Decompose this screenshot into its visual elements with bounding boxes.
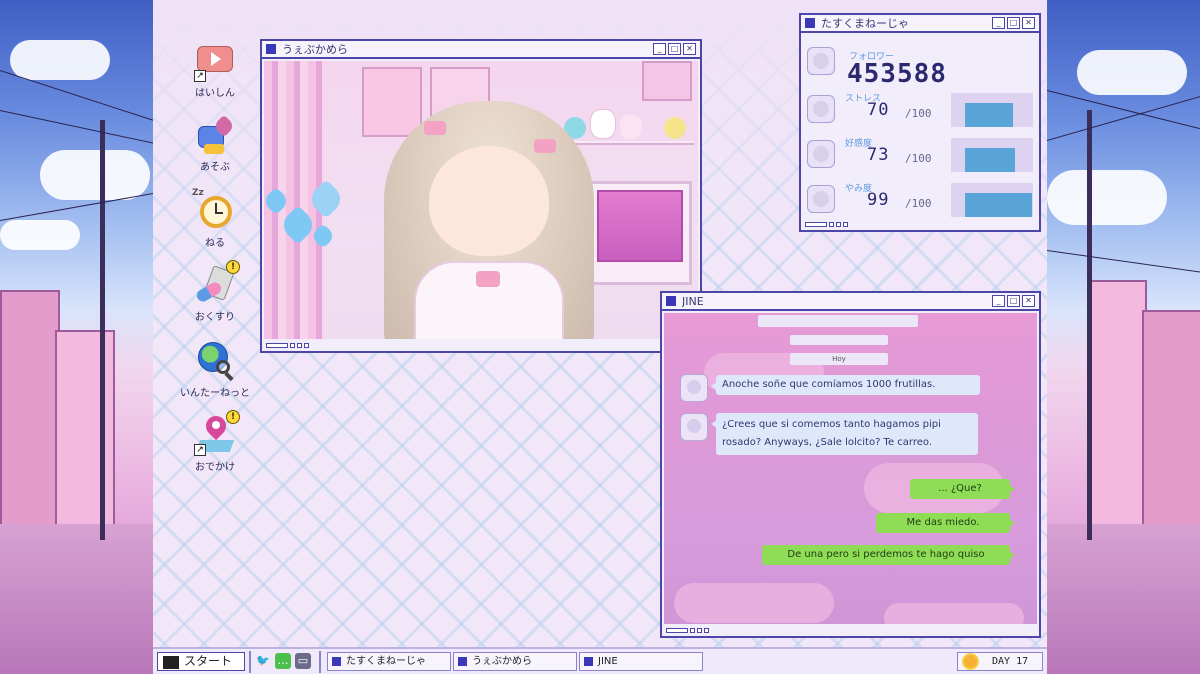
stat-value: 99 (867, 190, 890, 210)
window-title: JINE (682, 294, 704, 308)
incoming-message: Anoche soñe que comíamos 1000 frutillas. (711, 375, 980, 395)
desktop-icon-label: ねる (205, 238, 225, 249)
stat-max: /100 (905, 197, 932, 210)
globe-search-icon (194, 340, 236, 382)
avatar (807, 47, 835, 75)
stat-max: /100 (905, 152, 932, 165)
desktop-icon-label: いんたーねっと (180, 388, 250, 399)
window-title: たすくまねーじゃ (821, 17, 909, 30)
minimize-button[interactable]: _ (653, 43, 666, 55)
shortcut-arrow-icon: ↗ (194, 444, 206, 456)
avatar (680, 374, 708, 402)
avatar (807, 140, 835, 168)
sun-icon (964, 655, 977, 668)
stat-value: 70 (867, 100, 890, 120)
affection-row: 好感度 73 /100 (807, 136, 1033, 176)
affection-meter (951, 138, 1033, 172)
task-manager-window[interactable]: たすくまねーじゃ _ □ ✕ フォロワー 453588 ストレス 70 /100… (799, 13, 1041, 232)
darkness-meter (951, 183, 1033, 217)
outgoing-message: ... ¿Que? (910, 479, 1015, 499)
desktop-icon-label: おでかけ (195, 462, 235, 473)
window-app-icon (266, 44, 276, 54)
stat-value: 73 (867, 145, 890, 165)
darkness-row: やみ度 99 /100 (807, 181, 1033, 221)
pills-icon: ! (194, 260, 240, 306)
outgoing-message: De una pero si perdemos te hago quiso (762, 545, 1015, 565)
window-titlebar[interactable]: うぇぶかめら _ □ ✕ (262, 41, 700, 59)
jine-chat-window[interactable]: JINE _ □ ✕ Hoy Anoche soñe que comíamos … (660, 291, 1041, 638)
alert-badge: ! (226, 260, 240, 274)
maximize-button[interactable]: □ (668, 43, 681, 55)
avatar (680, 413, 708, 441)
stream-view-image (264, 61, 698, 339)
task-button-jine[interactable]: JINE (579, 652, 703, 671)
webcam-window[interactable]: うぇぶかめら _ □ ✕ (260, 39, 702, 353)
older-message-stub (790, 335, 888, 345)
date-separator: Hoy (790, 353, 888, 365)
day-label: DAY 17 (992, 656, 1029, 667)
close-button[interactable]: ✕ (1022, 17, 1035, 29)
minimize-button[interactable]: _ (992, 17, 1005, 29)
window-title: うぇぶかめら (282, 43, 348, 56)
window-app-icon (666, 296, 676, 306)
avatar (807, 185, 835, 213)
shortcut-arrow-icon: ↗ (194, 70, 206, 82)
chat-log[interactable]: Hoy Anoche soñe que comíamos 1000 frutil… (664, 313, 1037, 624)
maximize-button[interactable]: □ (1007, 295, 1020, 307)
window-titlebar[interactable]: たすくまねーじゃ _ □ ✕ (801, 15, 1039, 33)
start-button[interactable]: スタート (157, 652, 245, 671)
outgoing-message: Me das miedo. (876, 513, 1015, 533)
chat-bubble-icon[interactable]: … (275, 653, 291, 669)
meter-fill (965, 103, 1013, 127)
sleep-zz-icon: Zz (192, 188, 204, 198)
close-button[interactable]: ✕ (1022, 295, 1035, 307)
desktop-icon-asobu[interactable]: あそぶ (177, 114, 253, 173)
day-counter: DAY 17 (957, 652, 1043, 671)
followers-count: 453588 (847, 59, 947, 89)
game-controller-heart-icon (194, 114, 236, 156)
street-scenery-right (1047, 0, 1200, 674)
close-button[interactable]: ✕ (683, 43, 696, 55)
avatar (807, 95, 835, 123)
stress-meter (951, 93, 1033, 127)
desktop-icon-odekake[interactable]: ! ↗ おでかけ (177, 410, 253, 473)
desktop-icon-label: おくすり (195, 312, 235, 323)
task-button-task-manager[interactable]: たすくまねーじゃ (327, 652, 451, 671)
twitter-bird-icon[interactable]: 🐦 (255, 653, 271, 669)
older-message-stub (758, 315, 918, 327)
desktop-icon-internet[interactable]: いんたーねっと (177, 340, 253, 399)
street-scenery-left (0, 0, 153, 674)
window-app-icon (805, 18, 815, 28)
window-titlebar[interactable]: JINE _ □ ✕ (662, 293, 1039, 311)
alert-badge: ! (226, 410, 240, 424)
taskbar: スタート 🐦 … ▭ たすくまねーじゃ うぇぶかめら JINE DAY 17 (153, 647, 1047, 674)
desktop-icon-neru[interactable]: Zz ねる (177, 188, 253, 249)
desktop-icon-okusuri[interactable]: ! おくすり (177, 260, 253, 323)
desktop-icon-label: はいしん (195, 88, 235, 99)
message-text-line: rosado? Anyways, ¿Sale lolcito? Te carre… (722, 437, 933, 448)
task-button-webcam[interactable]: うぇぶかめら (453, 652, 577, 671)
map-pin-icon: ! ↗ (194, 410, 240, 456)
stress-row: ストレス 70 /100 (807, 91, 1033, 131)
message-text: Anoche soñe que comíamos 1000 frutillas. (722, 379, 936, 390)
followers-row: フォロワー 453588 (807, 43, 1033, 89)
maximize-button[interactable]: □ (1007, 17, 1020, 29)
desktop-icon-haishin[interactable]: ↗ はいしん (177, 40, 253, 99)
monitor-icon[interactable]: ▭ (295, 653, 311, 669)
desktop-icon-label: あそぶ (200, 162, 230, 173)
incoming-message: ¿Crees que si comemos tanto hagamos pipi… (711, 413, 978, 455)
meter-fill (965, 193, 1032, 217)
minimize-button[interactable]: _ (992, 295, 1005, 307)
meter-fill (965, 148, 1015, 172)
message-text-line: ¿Crees que si comemos tanto hagamos pipi (722, 419, 941, 430)
video-play-icon: ↗ (194, 40, 236, 82)
alarm-clock-icon: Zz (192, 188, 236, 232)
stat-max: /100 (905, 107, 932, 120)
